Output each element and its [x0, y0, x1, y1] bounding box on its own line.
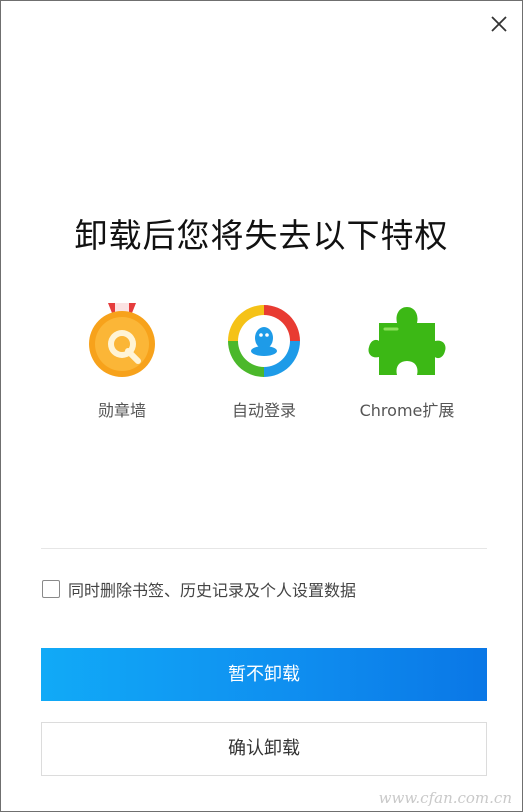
- qq-circle-icon: [228, 305, 300, 377]
- feature-label: Chrome扩展: [359, 401, 455, 420]
- feature-auto-login: 自动登录: [194, 301, 334, 421]
- dialog-title: 卸载后您将失去以下特权: [74, 216, 449, 255]
- divider: [41, 548, 487, 549]
- close-icon[interactable]: [488, 13, 510, 35]
- keep-browser-button[interactable]: 暂不卸载: [41, 648, 487, 701]
- feature-label: 勋章墙: [97, 401, 146, 420]
- medal-icon: [89, 303, 155, 377]
- feature-label: 自动登录: [231, 401, 296, 420]
- confirm-uninstall-button[interactable]: 确认卸载: [41, 722, 487, 776]
- delete-data-option[interactable]: 同时删除书签、历史记录及个人设置数据: [42, 577, 356, 601]
- delete-data-label: 同时删除书签、历史记录及个人设置数据: [68, 581, 357, 600]
- delete-data-checkbox[interactable]: [42, 580, 60, 598]
- feature-chrome-extension: Chrome扩展: [337, 301, 477, 421]
- puzzle-icon: [368, 307, 446, 375]
- uninstall-dialog: 卸载后您将失去以下特权 勋章墙 自动登录 Chrome扩展 同时删除书签、历史记…: [0, 0, 523, 812]
- feature-medal-wall: 勋章墙: [52, 301, 192, 421]
- watermark: www.cfan.com.cn: [378, 789, 512, 807]
